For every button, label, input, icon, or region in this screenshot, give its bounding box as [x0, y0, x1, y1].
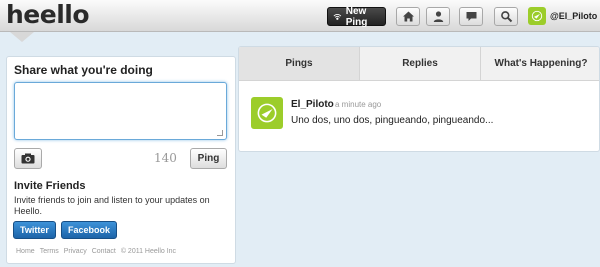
copyright: © 2011 Heello Inc — [120, 248, 177, 255]
logo-notch — [10, 32, 34, 42]
attach-photo-button[interactable] — [14, 148, 42, 169]
tab-whats-happening[interactable]: What's Happening? — [481, 47, 599, 80]
broadcast-icon — [333, 13, 342, 20]
home-icon — [402, 11, 414, 22]
post-timestamp[interactable]: a minute ago — [335, 100, 381, 109]
nav-profile-button[interactable] — [426, 7, 450, 26]
invite-twitter-button[interactable]: Twitter — [13, 221, 56, 239]
camera-icon — [21, 153, 35, 164]
list-item: El_Piloto a minute ago Uno dos, uno dos,… — [251, 97, 591, 137]
tab-replies[interactable]: Replies — [360, 47, 481, 80]
new-ping-button[interactable]: New Ping — [327, 5, 386, 28]
character-counter: 140 — [154, 151, 177, 165]
feed-tabs: Pings Replies What's Happening? — [239, 47, 599, 81]
user-name: @El_Piloto — [550, 11, 598, 21]
composer-title: Share what you're doing — [14, 63, 153, 77]
user-menu[interactable]: @El_Piloto — [528, 7, 597, 25]
nav-home-button[interactable] — [396, 7, 420, 26]
footer-link-contact[interactable]: Contact — [92, 248, 116, 255]
ping-button[interactable]: Ping — [190, 148, 227, 169]
footer: Home Terms Privacy Contact © 2011 Heello… — [16, 248, 176, 255]
tab-pings[interactable]: Pings — [239, 47, 360, 80]
top-bar: heello New Ping @El_Piloto — [0, 0, 600, 32]
invite-description: Invite friends to join and listen to you… — [14, 195, 210, 216]
paper-plane-icon — [531, 10, 543, 22]
nav-search-button[interactable] — [494, 7, 518, 26]
avatar — [528, 7, 546, 25]
ping-textarea[interactable] — [14, 82, 227, 140]
feed-panel: Pings Replies What's Happening? El_Pilot… — [238, 46, 600, 152]
avatar[interactable] — [251, 97, 283, 129]
post-author[interactable]: El_Piloto — [291, 99, 334, 110]
messages-icon — [466, 12, 476, 21]
post-text: Uno dos, uno dos, pingueando, pingueando… — [291, 115, 494, 126]
invite-title: Invite Friends — [14, 180, 86, 192]
composer-panel: Share what you're doing 140 Ping Invite … — [6, 56, 236, 264]
resize-handle[interactable] — [217, 130, 223, 136]
footer-link-privacy[interactable]: Privacy — [64, 248, 87, 255]
nav-messages-button[interactable] — [459, 7, 483, 26]
footer-link-home[interactable]: Home — [16, 248, 35, 255]
footer-link-terms[interactable]: Terms — [40, 248, 59, 255]
paper-plane-icon — [257, 103, 277, 123]
search-icon — [500, 11, 512, 23]
new-ping-label: New Ping — [345, 5, 368, 28]
invite-facebook-button[interactable]: Facebook — [61, 221, 118, 239]
app-logo[interactable]: heello — [6, 1, 90, 29]
profile-icon — [433, 11, 443, 22]
